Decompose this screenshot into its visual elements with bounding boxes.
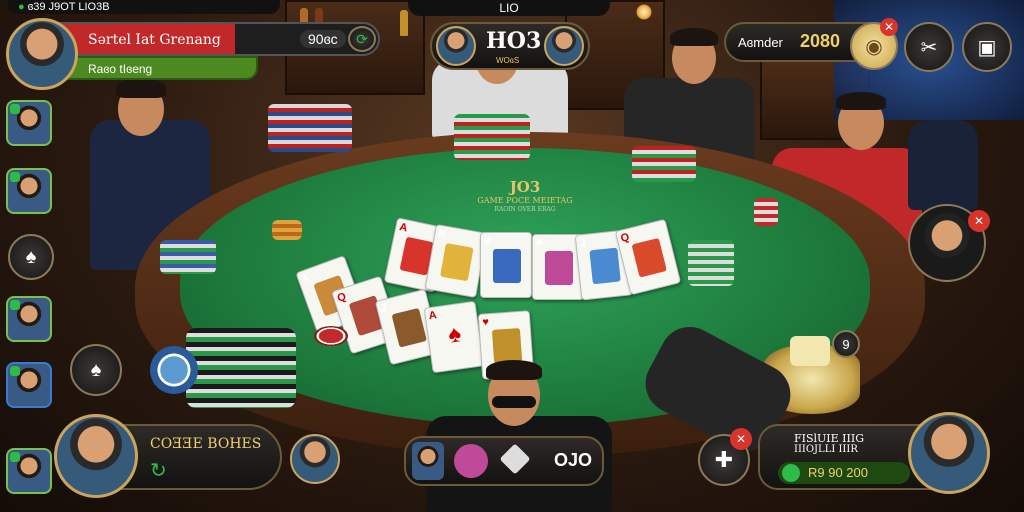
- bottom-center-value: OJO: [554, 450, 593, 470]
- player-name: Sərtel Iat Grenang: [88, 32, 221, 48]
- balance-amount: 2080: [800, 31, 841, 51]
- room-avatar-left: [436, 26, 476, 66]
- bottom-right-avatar[interactable]: [908, 412, 990, 494]
- felt-logo: JO3: [509, 178, 541, 196]
- playing-card[interactable]: ♣: [480, 232, 532, 298]
- room-title: HO3: [486, 28, 542, 54]
- diamond-icon[interactable]: [499, 443, 531, 475]
- close-icon[interactable]: ✕: [968, 210, 990, 232]
- coin-icon: [782, 464, 800, 482]
- player-far-right: [908, 120, 978, 210]
- poker-game-screen: JO3 GAME POCE MEIETAG RAOIN OVER ERAG A …: [0, 0, 1024, 512]
- player-avatar[interactable]: [6, 18, 78, 90]
- share-icon[interactable]: ↻: [150, 458, 167, 483]
- chip-stack: [688, 240, 734, 286]
- room-badge: HO3 WOɞS: [430, 22, 590, 70]
- wall-lamp: [636, 4, 652, 20]
- chip-stack: [160, 240, 216, 274]
- chip-stack: [186, 328, 296, 408]
- top-center-label: LIO: [499, 1, 519, 15]
- chip-stack: [632, 146, 696, 182]
- bottom-left-label: COƎƎE BOHES: [150, 436, 262, 452]
- player-right-hair: [836, 92, 886, 110]
- player-info-panel[interactable]: Sərtel Iat Grenang 90ɞc ⟳: [36, 22, 380, 56]
- wifi-icon: ●: [18, 1, 25, 13]
- player-front-hair: [486, 360, 542, 380]
- player-amount: 90ɞc: [300, 30, 346, 48]
- chip-stack: [754, 198, 778, 226]
- close-icon[interactable]: ✕: [730, 428, 752, 450]
- chip-stack: [268, 104, 352, 152]
- bet-action-button[interactable]: ♠: [70, 344, 122, 396]
- bottom-seat-avatar[interactable]: [290, 434, 340, 484]
- top-status-text: ɞ39 J9OT LIO3B: [27, 1, 110, 13]
- player-left-hair: [116, 78, 166, 98]
- seat-avatar[interactable]: [6, 100, 52, 146]
- bottle-decor: [400, 10, 408, 36]
- turn-timer: 9: [832, 330, 860, 358]
- seat-avatar[interactable]: [6, 296, 52, 342]
- balance-label: Aɞmder: [738, 35, 783, 50]
- mini-avatar: [412, 442, 444, 480]
- bottom-right-subtitle: IIIOJLLI IIIR: [794, 444, 858, 455]
- seat-avatar[interactable]: [6, 168, 52, 214]
- playing-card[interactable]: A ♠: [423, 300, 485, 374]
- spade-icon[interactable]: ♠: [8, 234, 54, 280]
- room-subtitle: WOɞS: [496, 56, 520, 65]
- room-avatar-right: [544, 26, 584, 66]
- close-icon[interactable]: ✕: [880, 18, 898, 36]
- chip-stack: [272, 220, 302, 240]
- dealer-cup: [790, 336, 830, 366]
- refresh-icon[interactable]: ⟳: [348, 26, 376, 52]
- crossed-tools-icon[interactable]: ✂: [904, 22, 954, 72]
- poker-chip: [150, 346, 198, 394]
- sunglasses: [492, 396, 536, 408]
- seat-avatar[interactable]: [6, 362, 52, 408]
- seat-avatar[interactable]: [6, 448, 52, 494]
- poker-chip: [314, 326, 348, 346]
- player-subtitle: Raɞo tIɞeng: [88, 62, 153, 76]
- timer-value: 9: [842, 336, 850, 352]
- top-center-bar: LIO: [408, 0, 610, 16]
- chip-stack: [454, 114, 530, 160]
- bottom-center-panel[interactable]: OJO: [404, 436, 604, 486]
- bottom-left-avatar[interactable]: [54, 414, 138, 498]
- top-status-bar: ● ɞ39 J9OT LIO3B: [8, 0, 280, 14]
- gift-icon[interactable]: [454, 444, 488, 478]
- player-top-right-hair: [670, 28, 718, 46]
- chat-icon[interactable]: ▣: [962, 22, 1012, 72]
